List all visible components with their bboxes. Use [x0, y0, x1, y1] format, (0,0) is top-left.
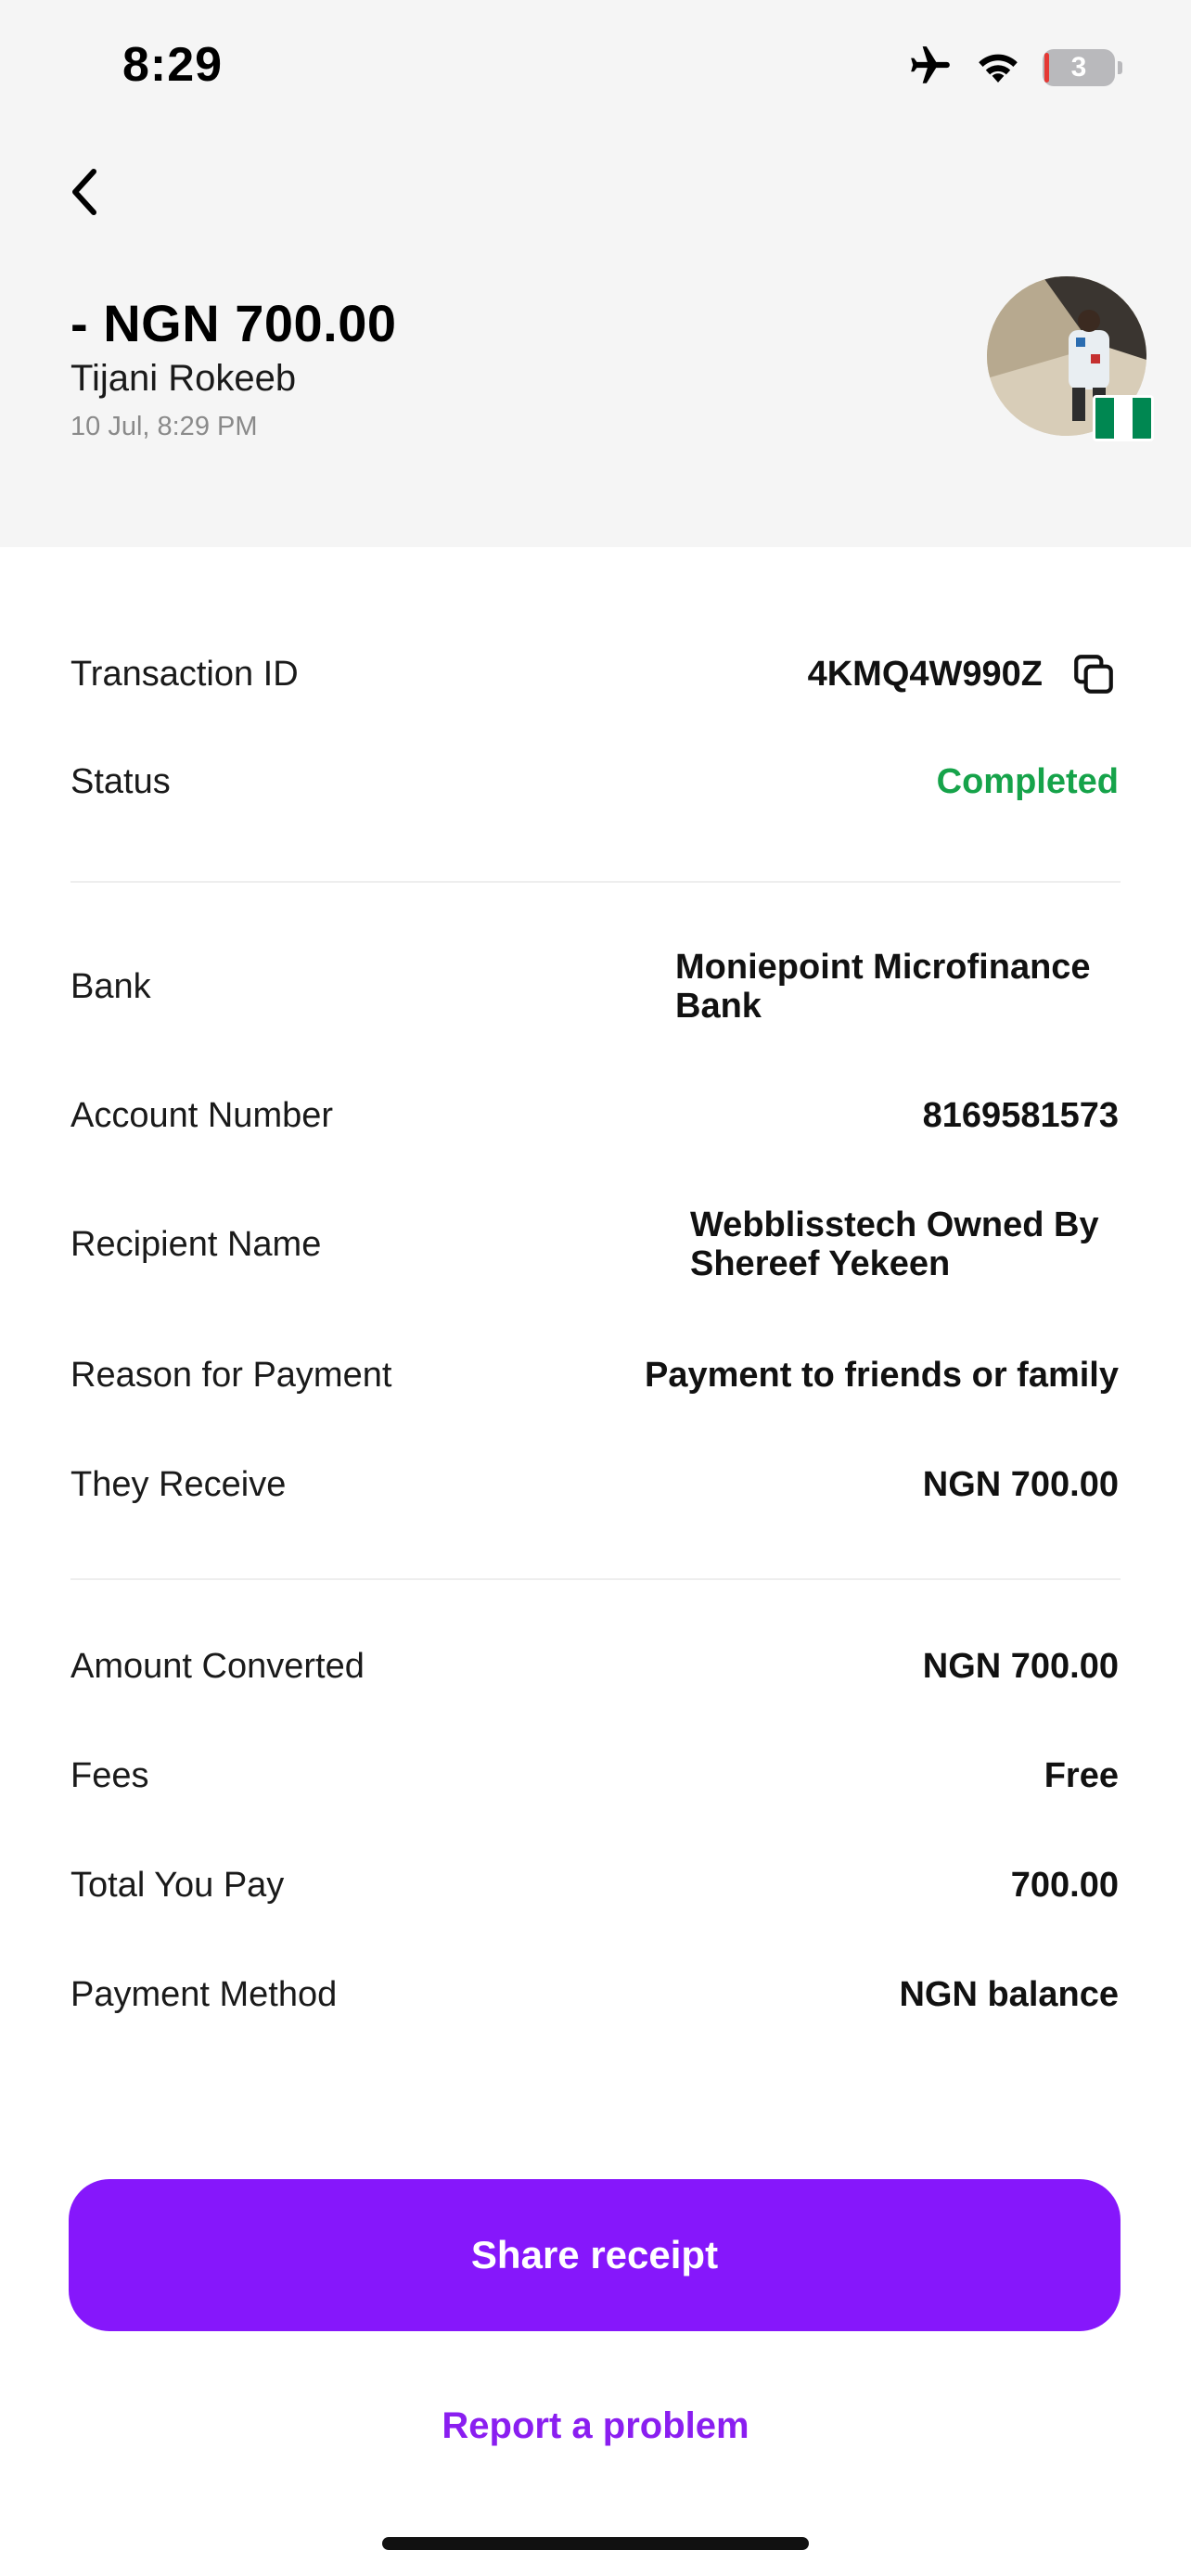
- recipient-name: Tijani Rokeeb: [70, 358, 297, 399]
- transaction-id-label: Transaction ID: [70, 654, 299, 694]
- total-you-pay-label: Total You Pay: [70, 1866, 285, 1905]
- nigeria-flag-icon: [1093, 395, 1154, 441]
- bank-label: Bank: [70, 966, 151, 1006]
- battery-icon: 3: [1043, 49, 1122, 86]
- amount-converted-value: NGN 700.00: [922, 1647, 1119, 1686]
- recipient-name-line2: Shereef Yekeen: [690, 1244, 951, 1283]
- account-number-label: Account Number: [70, 1096, 334, 1135]
- account-number-value: 8169581573: [922, 1096, 1119, 1135]
- bank-value: Moniepoint Microfinance Bank: [675, 948, 1119, 1026]
- status-value: Completed: [936, 762, 1119, 801]
- transaction-id-row: Transaction ID 4KMQ4W990Z: [70, 649, 1119, 699]
- wifi-icon: [974, 47, 1022, 89]
- back-button[interactable]: [56, 159, 111, 224]
- fees-value: Free: [1044, 1756, 1119, 1795]
- transaction-datetime: 10 Jul, 8:29 PM: [70, 412, 258, 441]
- they-receive-row: They Receive NGN 700.00: [70, 1465, 1119, 1505]
- bank-value-line1: Moniepoint Microfinance: [675, 948, 1091, 987]
- recipient-name-label: Recipient Name: [70, 1224, 322, 1264]
- divider: [70, 881, 1121, 883]
- recipient-name-row: Recipient Name Webblisstech Owned By She…: [70, 1205, 1119, 1283]
- total-you-pay-value: 700.00: [1010, 1866, 1119, 1905]
- battery-level: 3: [1070, 52, 1087, 83]
- status-bar: 8:29 3: [0, 0, 1191, 139]
- fees-label: Fees: [70, 1756, 149, 1795]
- status-time: 8:29: [122, 38, 224, 92]
- copy-icon[interactable]: [1069, 649, 1119, 699]
- transaction-id-value: 4KMQ4W990Z: [807, 654, 1043, 694]
- airplane-icon: [907, 43, 954, 94]
- amount-converted-row: Amount Converted NGN 700.00: [70, 1647, 1119, 1687]
- header-panel: 8:29 3 - NGN 700.00 Tijani Rokeeb 10 Jul…: [0, 0, 1191, 547]
- report-problem-link[interactable]: Report a problem: [0, 2405, 1191, 2447]
- status-row: Status Completed: [70, 762, 1119, 802]
- chevron-left-icon: [72, 169, 96, 215]
- they-receive-label: They Receive: [70, 1465, 287, 1504]
- they-receive-value: NGN 700.00: [922, 1465, 1119, 1504]
- amount-converted-label: Amount Converted: [70, 1647, 365, 1686]
- fees-row: Fees Free: [70, 1756, 1119, 1796]
- status-icons: 3: [907, 43, 1122, 94]
- recipient-name-value: Webblisstech Owned By Shereef Yekeen: [690, 1205, 1119, 1283]
- divider: [70, 1578, 1121, 1580]
- share-receipt-button[interactable]: Share receipt: [69, 2179, 1121, 2331]
- reason-label: Reason for Payment: [70, 1356, 392, 1395]
- reason-value: Payment to friends or family: [644, 1356, 1119, 1395]
- reason-row: Reason for Payment Payment to friends or…: [70, 1356, 1119, 1396]
- payment-method-label: Payment Method: [70, 1975, 338, 2014]
- total-you-pay-row: Total You Pay 700.00: [70, 1866, 1119, 1906]
- payment-method-value: NGN balance: [899, 1975, 1119, 2014]
- home-indicator[interactable]: [382, 2537, 809, 2550]
- payment-method-row: Payment Method NGN balance: [70, 1975, 1119, 2015]
- account-number-row: Account Number 8169581573: [70, 1096, 1119, 1136]
- bank-row: Bank Moniepoint Microfinance Bank: [70, 948, 1119, 1026]
- recipient-name-line1: Webblisstech Owned By: [690, 1205, 1099, 1244]
- bank-value-line2: Bank: [675, 987, 762, 1026]
- transaction-amount: - NGN 700.00: [70, 294, 397, 352]
- status-label: Status: [70, 762, 171, 801]
